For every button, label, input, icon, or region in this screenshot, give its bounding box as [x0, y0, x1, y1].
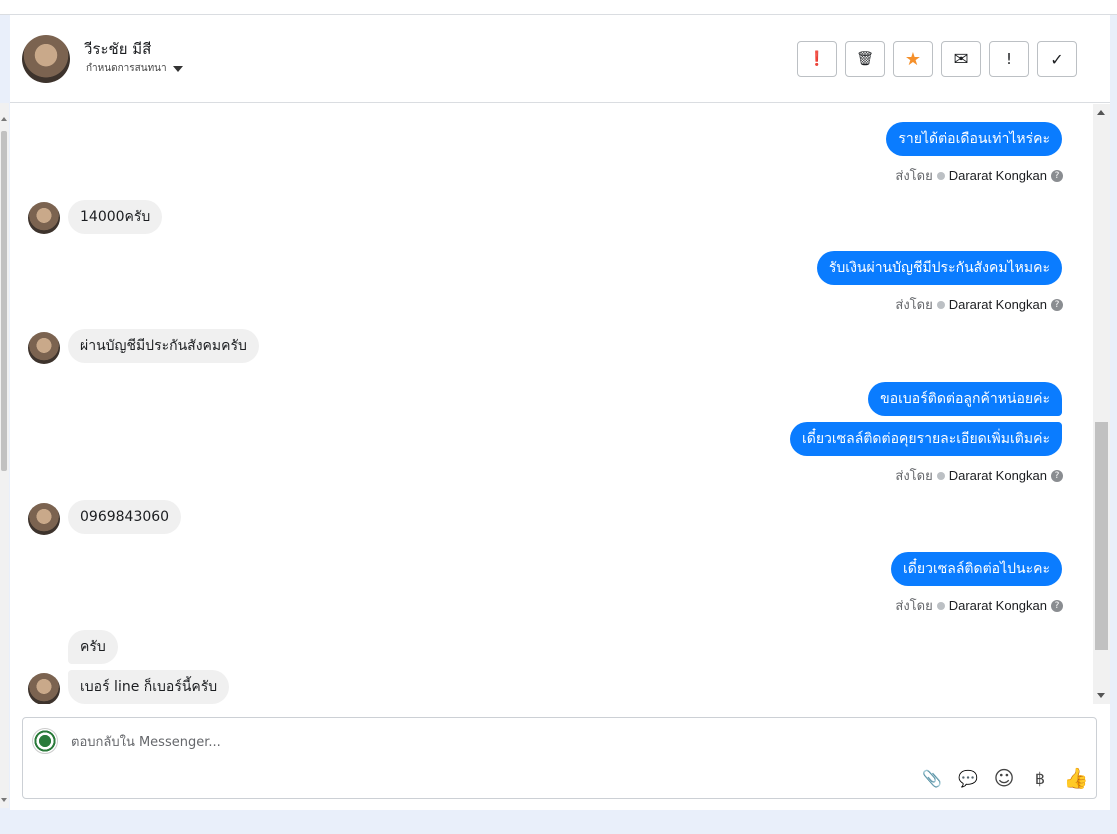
assign-conversation-dropdown[interactable]: กำหนดการสนทนา: [86, 61, 183, 76]
sent-by-prefix: ส่งโดย: [895, 469, 933, 484]
saved-reply-icon[interactable]: 💬: [958, 768, 978, 788]
delete-button[interactable]: 🗑: [845, 41, 885, 77]
conversation-panel: วีระชัย มีสี กำหนดการสนทนา ❗ 🗑 ★ ✉ ! ✓ ร…: [10, 15, 1110, 810]
payment-icon[interactable]: ฿: [1030, 768, 1050, 788]
agent-status-icon: [936, 471, 945, 480]
message-incoming[interactable]: 0969843060: [68, 500, 182, 534]
mark-unread-button[interactable]: ✉: [941, 41, 981, 77]
attach-icon[interactable]: 📎: [922, 768, 942, 788]
sent-by-agent[interactable]: Dararat Kongkan: [949, 168, 1047, 183]
help-icon[interactable]: ?: [1051, 169, 1063, 182]
composer-tools: 📎 💬 ☺ ฿ 👍: [922, 766, 1089, 790]
help-icon[interactable]: ?: [1051, 298, 1063, 311]
envelope-icon: ✉: [953, 48, 969, 70]
sent-by-line: ส่งโดย Dararat Kongkan ?: [895, 294, 1063, 315]
messages-scrollbar[interactable]: [1093, 104, 1110, 704]
agent-status-icon: [936, 300, 945, 309]
scroll-thumb[interactable]: [1095, 422, 1108, 650]
scroll-down-arrow-icon[interactable]: [1097, 693, 1105, 698]
action-toolbar: ❗ 🗑 ★ ✉ ! ✓: [797, 41, 1077, 77]
follow-up-button[interactable]: !: [989, 41, 1029, 77]
sent-by-prefix: ส่งโดย: [895, 599, 933, 614]
sent-by-line: ส่งโดย Dararat Kongkan ?: [895, 465, 1063, 486]
mark-spam-button[interactable]: ❗: [797, 41, 837, 77]
message-outgoing[interactable]: เดี๋ยวเซลล์ติดต่อไปนะคะ: [891, 552, 1062, 586]
contact-avatar-small[interactable]: [28, 673, 60, 704]
scroll-down-arrow-icon[interactable]: [1, 798, 7, 802]
check-icon: ✓: [1050, 49, 1064, 69]
help-icon[interactable]: ?: [1051, 599, 1063, 612]
page-logo: [32, 728, 58, 754]
message-list: รายได้ต่อเดือนเท่าไหร่คะ ส่งโดย Dararat …: [10, 104, 1110, 704]
trash-icon: 🗑: [856, 51, 874, 67]
contact-avatar-small[interactable]: [28, 332, 60, 364]
exclamation-icon: !: [1005, 50, 1012, 68]
emoji-icon[interactable]: ☺: [994, 766, 1015, 790]
message-incoming[interactable]: 14000ครับ: [68, 200, 163, 234]
message-incoming[interactable]: ครับ: [68, 630, 118, 664]
agent-status-icon: [936, 601, 945, 610]
top-strip: [0, 0, 1117, 15]
page-scrollbar[interactable]: [0, 103, 9, 808]
reply-composer: 📎 💬 ☺ ฿ 👍: [22, 717, 1097, 799]
help-icon[interactable]: ?: [1051, 469, 1063, 482]
sent-by-agent[interactable]: Dararat Kongkan: [949, 468, 1047, 483]
sent-by-agent[interactable]: Dararat Kongkan: [949, 598, 1047, 613]
scroll-up-arrow-icon[interactable]: [1097, 110, 1105, 115]
reply-input[interactable]: [71, 732, 871, 752]
sent-by-prefix: ส่งโดย: [895, 298, 933, 313]
sent-by-prefix: ส่งโดย: [895, 169, 933, 184]
alert-circle-icon: ❗: [808, 51, 826, 67]
star-icon: ★: [904, 48, 922, 70]
sent-by-line: ส่งโดย Dararat Kongkan ?: [895, 165, 1063, 186]
sent-by-line: ส่งโดย Dararat Kongkan ?: [895, 595, 1063, 616]
message-outgoing[interactable]: รับเงินผ่านบัญชีมีประกันสังคมไหมคะ: [816, 251, 1062, 285]
caret-down-icon: [172, 65, 183, 72]
star-button[interactable]: ★: [893, 41, 933, 77]
conversation-header: วีระชัย มีสี กำหนดการสนทนา ❗ 🗑 ★ ✉ ! ✓: [10, 15, 1110, 103]
contact-name[interactable]: วีระชัย มีสี: [84, 37, 151, 61]
scroll-thumb[interactable]: [1, 131, 7, 471]
message-incoming[interactable]: ผ่านบัญชีมีประกันสังคมครับ: [68, 329, 259, 363]
agent-status-icon: [936, 171, 945, 180]
mark-done-button[interactable]: ✓: [1037, 41, 1077, 77]
message-outgoing[interactable]: ขอเบอร์ติดต่อลูกค้าหน่อยค่ะ: [868, 382, 1062, 416]
contact-avatar-small[interactable]: [28, 202, 60, 234]
scroll-up-arrow-icon[interactable]: [1, 117, 7, 121]
message-incoming[interactable]: เบอร์ line ก็เบอร์นี้ครับ: [68, 670, 230, 704]
assign-label: กำหนดการสนทนา: [86, 63, 167, 74]
message-outgoing[interactable]: เดี๋ยวเซลล์ติดต่อคุยรายละเอียดเพิ่มเติมค…: [789, 422, 1062, 456]
sent-by-agent[interactable]: Dararat Kongkan: [949, 297, 1047, 312]
contact-avatar[interactable]: [22, 35, 70, 83]
contact-avatar-small[interactable]: [28, 503, 60, 535]
message-outgoing[interactable]: รายได้ต่อเดือนเท่าไหร่คะ: [886, 122, 1062, 156]
like-icon[interactable]: 👍: [1064, 766, 1089, 790]
